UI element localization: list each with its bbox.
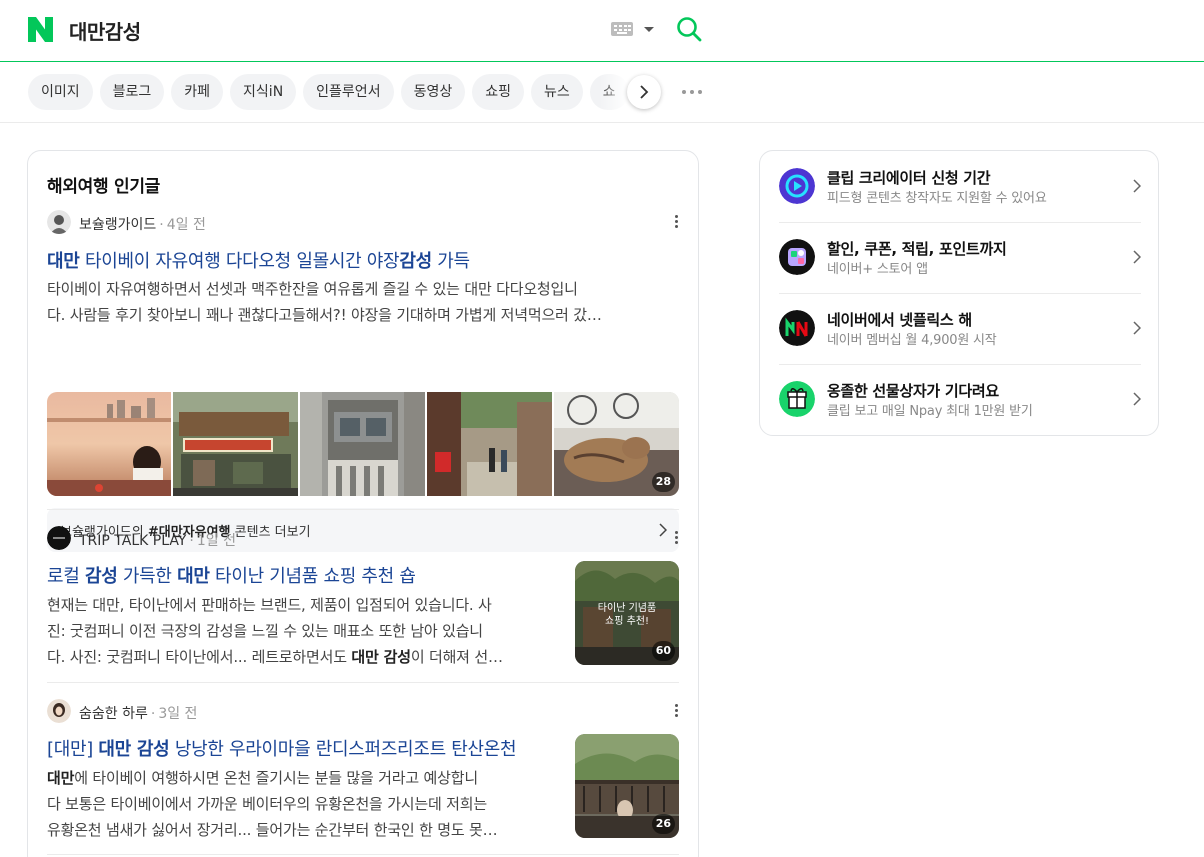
naver-logo-icon[interactable] (28, 17, 53, 42)
post-title[interactable]: 대만 타이베이 자유여행 다다오청 일몰시간 야장감성 가득 (47, 247, 470, 273)
author-name[interactable]: 보슐랭가이드 (79, 217, 156, 233)
search-query-text[interactable]: 대만감성 (69, 16, 141, 45)
chevron-right-icon (1133, 250, 1141, 264)
post-title[interactable]: 로컬 감성 가득한 대만 타이난 기념품 쇼핑 추천 숍 (47, 562, 563, 588)
tab-influencer[interactable]: 인플루언서 (303, 74, 394, 110)
post-thumbnail[interactable]: 타이난 기념품 쇼핑 추천! 60 (575, 561, 679, 665)
search-header: 대만감성 (0, 0, 1204, 62)
post-item: TRIP TALK PLAY · 1일 전 로컬 감성 가득한 대만 타이난 기념품… (47, 526, 679, 666)
store-app-icon (779, 239, 815, 275)
post-item: 보슐랭가이드 · 4일 전 대만 타이베이 자유여행 다다오청 일몰시간 야장감성 … (47, 210, 679, 555)
promo-subtitle: 클립 보고 매일 Npay 최대 1만원 받기 (827, 404, 1033, 419)
promo-title: 네이버에서 넷플릭스 해 (827, 311, 972, 329)
more-tabs-icon[interactable] (682, 90, 704, 96)
clip-icon (779, 168, 815, 204)
chevron-right-icon (1133, 179, 1141, 193)
tab-video[interactable]: 동영상 (400, 74, 466, 110)
author-line: 보슐랭가이드 · 4일 전 (79, 217, 206, 233)
tab-list: 이미지블로그카페지식iN인플루언서동영상쇼핑뉴스쇼 (28, 74, 634, 110)
keyboard-dropdown-icon[interactable] (644, 27, 654, 32)
promo-title: 옹졸한 선물상자가 기다려요 (827, 382, 999, 400)
tab-images[interactable]: 이미지 (28, 74, 93, 110)
tabs-next-button[interactable] (627, 75, 661, 109)
post-time: 1일 전 (196, 533, 236, 549)
thumbnail-image[interactable] (173, 392, 298, 496)
tab-shopping[interactable]: 쇼핑 (472, 74, 524, 110)
avatar[interactable] (47, 210, 71, 234)
post-description[interactable]: 타이베이 자유여행하면서 선셋과 맥주한잔을 여유롭게 즐길 수 있는 대만 다… (47, 276, 679, 328)
post-item: 숨숨한 하루 · 3일 전 [대만] 대만 감성 낭낭한 우라이마을 란디스퍼즈리조… (47, 699, 679, 839)
divider (47, 682, 679, 683)
thumbnail-image[interactable] (427, 392, 552, 496)
post-meta: 숨숨한 하루 · 3일 전 (47, 699, 679, 723)
promo-item-gift-box[interactable]: 옹졸한 선물상자가 기다려요 클립 보고 매일 Npay 최대 1만원 받기 (779, 364, 1141, 435)
promo-card: 클립 크리에이터 신청 기간 피드형 콘텐츠 창작자도 지원할 수 있어요 할인… (759, 150, 1159, 436)
post-meta: 보슐랭가이드 · 4일 전 (47, 210, 679, 234)
promo-subtitle: 네이버+ 스토어 앱 (827, 262, 928, 277)
chevron-right-icon (1133, 321, 1141, 335)
thumbnail-image[interactable] (47, 392, 171, 496)
post-title[interactable]: [대만] 대만 감성 낭낭한 우라이마을 란디스퍼즈리조트 탄산온천 (47, 735, 563, 761)
post-thumbnail[interactable]: 26 (575, 734, 679, 838)
promo-subtitle: 피드형 콘텐츠 창작자도 지원할 수 있어요 (827, 191, 1047, 206)
thumbnail-image[interactable] (300, 392, 425, 496)
image-count-badge: 28 (651, 472, 675, 492)
search-icon[interactable] (676, 16, 702, 42)
divider (47, 854, 679, 855)
chevron-right-icon (640, 85, 649, 99)
section-title: 해외여행 인기글 (47, 177, 160, 197)
promo-item-store-app[interactable]: 할인, 쿠폰, 적립, 포인트까지 네이버+ 스토어 앱 (779, 222, 1141, 293)
tab-cafe[interactable]: 카페 (171, 74, 224, 110)
chevron-right-icon (1133, 392, 1141, 406)
author-line: TRIP TALK PLAY · 1일 전 (79, 533, 236, 549)
post-description[interactable]: 현재는 대만, 타이난에서 판매하는 브랜드, 제품이 입점되어 있습니다. 사… (47, 592, 563, 670)
author-name[interactable]: 숨숨한 하루 (79, 706, 148, 722)
post-description[interactable]: 대만에 타이베이 여행하시면 온천 즐기시는 분들 많을 거라고 예상합니 다 … (47, 765, 563, 843)
more-options-icon[interactable] (675, 703, 679, 719)
netflix-icon (779, 310, 815, 346)
promo-item-clip-creator[interactable]: 클립 크리에이터 신청 기간 피드형 콘텐츠 창작자도 지원할 수 있어요 (779, 151, 1141, 222)
promo-title: 할인, 쿠폰, 적립, 포인트까지 (827, 240, 1007, 258)
author-line: 숨숨한 하루 · 3일 전 (79, 706, 198, 722)
tab-kin[interactable]: 지식iN (230, 74, 297, 110)
promo-title: 클립 크리에이터 신청 기간 (827, 169, 991, 187)
image-count-badge: 60 (651, 641, 675, 661)
promo-subtitle: 네이버 멤버십 월 4,900원 시작 (827, 333, 997, 348)
more-options-icon[interactable] (675, 214, 679, 230)
post-image-strip[interactable]: 28 (47, 392, 679, 496)
image-count-badge: 26 (651, 814, 675, 834)
tab-blog[interactable]: 블로그 (99, 74, 165, 110)
post-meta: TRIP TALK PLAY · 1일 전 (47, 526, 679, 550)
more-options-icon[interactable] (675, 530, 679, 546)
author-name[interactable]: TRIP TALK PLAY (79, 533, 186, 549)
tab-news[interactable]: 뉴스 (530, 74, 583, 110)
popular-posts-card: 해외여행 인기글 보슐랭가이드 · 4일 전 대만 타이베이 자유여행 다다오청 일… (27, 150, 699, 857)
thumbnail-caption: 타이난 기념품 (598, 602, 656, 614)
keyboard-icon[interactable] (611, 22, 633, 36)
promo-item-netflix[interactable]: 네이버에서 넷플릭스 해 네이버 멤버십 월 4,900원 시작 (779, 293, 1141, 364)
gift-icon (779, 381, 815, 417)
post-time: 3일 전 (158, 706, 198, 722)
thumbnail-caption: 쇼핑 추천! (605, 615, 649, 627)
post-time: 4일 전 (166, 217, 206, 233)
divider (47, 509, 679, 510)
avatar[interactable] (47, 699, 71, 723)
search-tab-bar: 이미지블로그카페지식iN인플루언서동영상쇼핑뉴스쇼 (0, 62, 1204, 123)
avatar[interactable] (47, 526, 71, 550)
